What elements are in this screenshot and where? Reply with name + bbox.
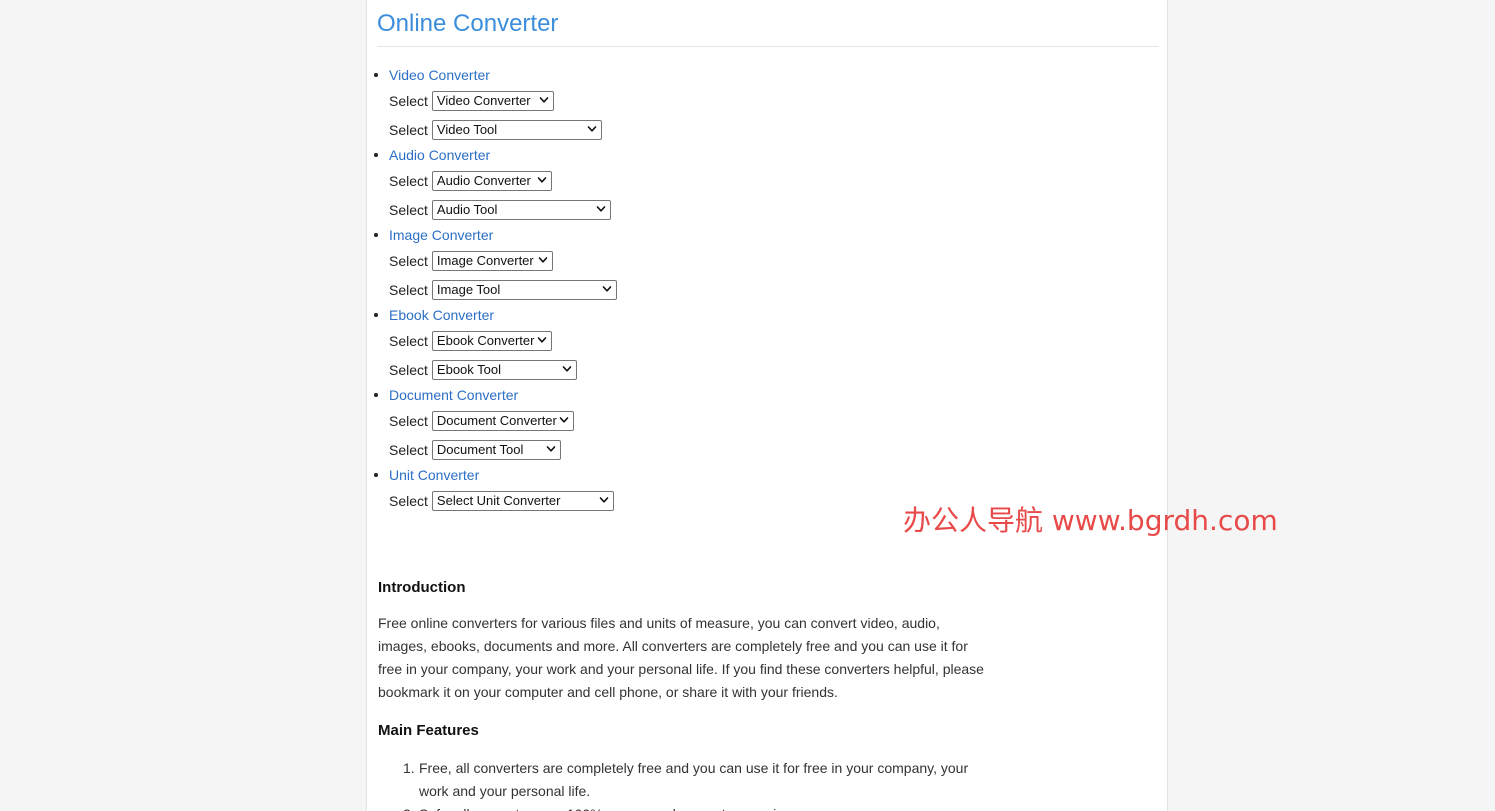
- converter-dropdown[interactable]: Document Tool: [431, 439, 561, 460]
- select-row: Select Document Tool: [389, 435, 617, 464]
- converter-category: Unit Converter Select Select Unit Converte…: [367, 464, 617, 515]
- chevron-down-icon: [596, 205, 606, 212]
- category-link[interactable]: Video Converter: [389, 67, 490, 83]
- feature-text: Free, all converters are completely free…: [419, 760, 969, 799]
- chevron-down-icon: [602, 285, 612, 292]
- chevron-down-icon: [539, 96, 549, 103]
- dropdown-value: Ebook Tool: [436, 361, 502, 377]
- select-row: Select Ebook Converter: [389, 326, 617, 355]
- bullet-icon: [374, 233, 378, 237]
- converter-category: Image Converter Select Image Converter Sele…: [367, 224, 617, 304]
- select-row: Select Ebook Tool: [389, 355, 617, 384]
- feature-text: Safe, all converters are 100% secure and…: [419, 806, 808, 811]
- category-link[interactable]: Unit Converter: [389, 467, 479, 483]
- chevron-down-icon: [587, 125, 597, 132]
- chevron-down-icon: [537, 336, 547, 343]
- bullet-icon: [374, 313, 378, 317]
- select-label: Select: [389, 361, 428, 378]
- dropdown-value: Video Tool: [436, 121, 498, 137]
- chevron-down-icon: [559, 416, 569, 423]
- page-title: Online Converter: [377, 10, 559, 37]
- feature-number: 1.: [403, 760, 415, 776]
- converter-category: Ebook Converter Select Ebook Converter Sele…: [367, 304, 617, 384]
- bullet-icon: [374, 73, 378, 77]
- category-link[interactable]: Image Converter: [389, 227, 493, 243]
- dropdown-value: Select Unit Converter: [436, 492, 561, 508]
- introduction-heading: Introduction: [378, 579, 466, 596]
- introduction-text: Free online converters for various files…: [378, 615, 984, 700]
- converter-category: Document Converter Select Document Convert…: [367, 384, 617, 464]
- dropdown-value: Image Tool: [436, 281, 501, 297]
- feature-item: 1. Free, all converters are completely fr…: [403, 757, 983, 803]
- converter-dropdown[interactable]: Document Converter: [431, 410, 574, 431]
- category-link[interactable]: Audio Converter: [389, 147, 490, 163]
- select-row: Select Image Converter: [389, 246, 617, 275]
- category-header: Document Converter: [374, 384, 617, 406]
- select-label: Select: [389, 281, 428, 298]
- select-label: Select: [389, 492, 428, 509]
- dropdown-value: Audio Converter: [436, 172, 531, 188]
- converter-dropdown[interactable]: Audio Converter: [431, 170, 552, 191]
- dropdown-value: Audio Tool: [436, 201, 498, 217]
- select-label: Select: [389, 121, 428, 138]
- chevron-down-icon: [562, 365, 572, 372]
- select-row: Select Audio Tool: [389, 195, 617, 224]
- select-row: Select Select Unit Converter: [389, 486, 617, 515]
- select-label: Select: [389, 441, 428, 458]
- chevron-down-icon: [537, 176, 547, 183]
- dropdown-value: Image Converter: [436, 252, 534, 268]
- select-row: Select Image Tool: [389, 275, 617, 304]
- dropdown-value: Document Tool: [436, 441, 524, 457]
- main-content: Online Converter Video Converter Select Vi…: [366, 0, 1168, 811]
- category-header: Unit Converter: [374, 464, 617, 486]
- dropdown-value: Video Converter: [436, 92, 531, 108]
- title-divider: [377, 46, 1159, 47]
- introduction-section: Introduction Free online converters for …: [378, 578, 990, 704]
- chevron-down-icon: [599, 496, 609, 503]
- converter-category: Video Converter Select Video Converter Sele…: [367, 64, 617, 144]
- category-link[interactable]: Document Converter: [389, 387, 518, 403]
- select-label: Select: [389, 412, 428, 429]
- category-header: Ebook Converter: [374, 304, 617, 326]
- select-row: Select Video Converter: [389, 86, 617, 115]
- converter-dropdown[interactable]: Ebook Converter: [431, 330, 552, 351]
- category-header: Image Converter: [374, 224, 617, 246]
- select-row: Select Video Tool: [389, 115, 617, 144]
- category-header: Video Converter: [374, 64, 617, 86]
- converter-dropdown[interactable]: Image Converter: [431, 250, 553, 271]
- chevron-down-icon: [538, 256, 548, 263]
- select-label: Select: [389, 332, 428, 349]
- bullet-icon: [374, 473, 378, 477]
- feature-item: 2. Safe, all converters are 100% secure a…: [403, 803, 983, 811]
- converter-dropdown[interactable]: Select Unit Converter: [431, 490, 614, 511]
- converter-dropdown[interactable]: Ebook Tool: [431, 359, 577, 380]
- select-label: Select: [389, 92, 428, 109]
- bullet-icon: [374, 393, 378, 397]
- main-features-heading: Main Features: [378, 722, 479, 739]
- watermark-text: 办公人导航 www.bgrdh.com: [903, 504, 1278, 537]
- select-label: Select: [389, 252, 428, 269]
- converter-list: Video Converter Select Video Converter Sele…: [367, 64, 617, 515]
- converter-dropdown[interactable]: Video Converter: [431, 90, 554, 111]
- bullet-icon: [374, 153, 378, 157]
- category-header: Audio Converter: [374, 144, 617, 166]
- converter-dropdown[interactable]: Audio Tool: [431, 199, 611, 220]
- features-list: 1. Free, all converters are completely fr…: [403, 757, 983, 811]
- converter-dropdown[interactable]: Video Tool: [431, 119, 602, 140]
- converter-dropdown[interactable]: Image Tool: [431, 279, 617, 300]
- features-section: Main Features: [378, 721, 990, 741]
- category-link[interactable]: Ebook Converter: [389, 307, 494, 323]
- dropdown-value: Document Converter: [436, 412, 557, 428]
- select-row: Select Document Converter: [389, 406, 617, 435]
- chevron-down-icon: [546, 445, 556, 452]
- feature-number: 2.: [403, 803, 415, 811]
- select-label: Select: [389, 172, 428, 189]
- dropdown-value: Ebook Converter: [436, 332, 535, 348]
- select-row: Select Audio Converter: [389, 166, 617, 195]
- converter-category: Audio Converter Select Audio Converter Sele…: [367, 144, 617, 224]
- select-label: Select: [389, 201, 428, 218]
